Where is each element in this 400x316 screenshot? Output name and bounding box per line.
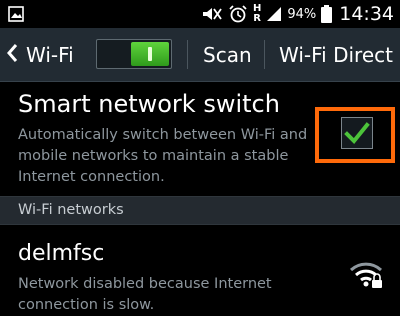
chevron-left-icon (6, 43, 18, 67)
battery-icon (321, 5, 333, 23)
action-bar: Wi-Fi Scan Wi-Fi Direct (0, 28, 400, 82)
divider (187, 40, 188, 69)
section-header-label: Wi-Fi networks (18, 202, 124, 218)
smart-network-switch-checkbox[interactable] (341, 117, 373, 149)
clock: 14:34 (339, 3, 394, 25)
divider (264, 40, 265, 69)
status-bar: H R 94% 14:34 (0, 0, 400, 28)
hplus-data-icon: H R (252, 3, 262, 24)
status-icons: H R 94% 14:34 (201, 0, 394, 28)
wifi-direct-button[interactable]: Wi-Fi Direct (279, 28, 393, 81)
smart-network-switch-title: Smart network switch (18, 90, 280, 118)
page-title: Wi-Fi (26, 42, 74, 67)
signal-icon (266, 6, 282, 22)
back-button[interactable]: Wi-Fi (6, 28, 74, 81)
network-status: Network disabled because Internet connec… (18, 276, 272, 313)
scan-button[interactable]: Scan (203, 28, 252, 81)
wifi-networks-header: Wi-Fi networks (0, 196, 400, 225)
battery-percent: 94% (287, 6, 317, 22)
alarm-icon (228, 5, 248, 23)
gallery-icon (8, 6, 24, 26)
network-name: delmfsc (18, 241, 105, 266)
checkmark-icon (344, 122, 370, 144)
toggle-knob (131, 42, 169, 66)
wifi-toggle[interactable] (96, 39, 172, 69)
wifi-locked-icon (349, 259, 383, 293)
smart-network-switch-description: Automatically switch between Wi-Fi and m… (18, 127, 308, 185)
mute-icon (201, 6, 223, 22)
